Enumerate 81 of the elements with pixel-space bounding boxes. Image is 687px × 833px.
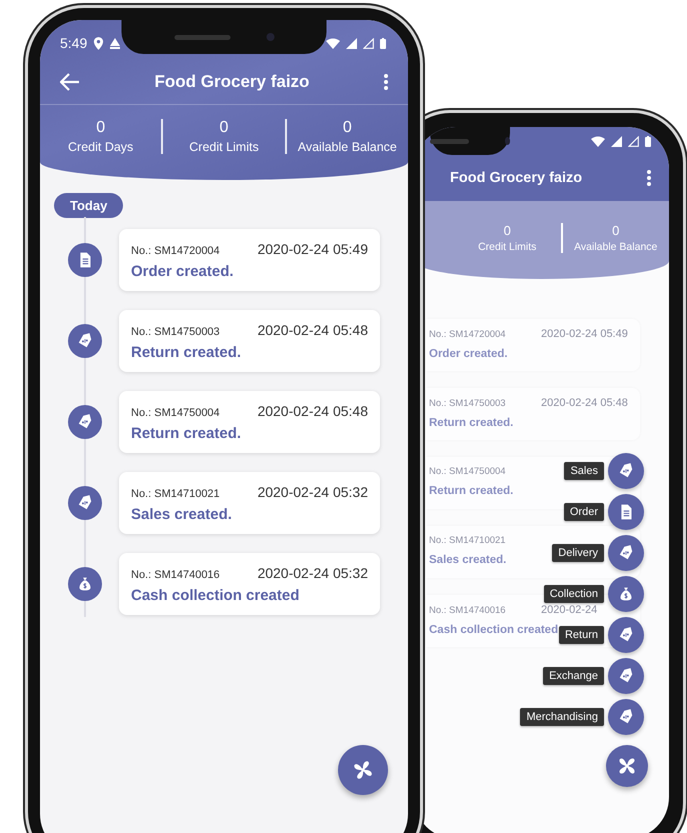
order-number: No.: SM14740016 bbox=[131, 569, 220, 581]
timestamp: 2020-02-24 05:32 bbox=[257, 565, 368, 581]
tag-icon bbox=[68, 405, 102, 439]
timeline-card[interactable]: No.: SM14750004 2020-02-24 05:48 Return created. bbox=[119, 391, 380, 453]
event-title: Return created. bbox=[131, 344, 242, 361]
order-number: No.: SM14710021 bbox=[429, 535, 507, 547]
event-title: Cash collection created bbox=[429, 624, 558, 636]
event-title: Sales created. bbox=[429, 554, 506, 566]
wifi-icon bbox=[591, 136, 605, 146]
timestamp: 2020-02-24 05:48 bbox=[257, 322, 368, 338]
timestamp: 2020-02-24 05:48 bbox=[257, 403, 368, 419]
stat-value: 0 bbox=[504, 223, 511, 238]
order-number: No.: SM14750004 bbox=[429, 466, 507, 478]
stat-label: Credit Days bbox=[68, 140, 134, 154]
event-title: Return created. bbox=[131, 425, 242, 442]
event-title: Return created. bbox=[429, 485, 514, 497]
kebab-menu-icon bbox=[384, 73, 388, 91]
timestamp: 2020-02-24 05:48 bbox=[541, 397, 628, 409]
event-title: Order created. bbox=[131, 263, 235, 280]
battery-icon bbox=[645, 136, 651, 146]
action-button[interactable] bbox=[608, 699, 644, 735]
order-number: No.: SM14710021 bbox=[131, 488, 220, 500]
timestamp: 2020-02-24 05:32 bbox=[257, 484, 368, 500]
action-button[interactable] bbox=[608, 658, 644, 694]
action-tooltip: Exchange bbox=[543, 667, 604, 685]
signal-icon bbox=[611, 136, 622, 146]
order-number: No.: SM14720004 bbox=[131, 245, 220, 257]
tag-icon bbox=[68, 486, 102, 520]
stat-label: Credit Limits bbox=[478, 241, 536, 253]
order-number: No.: SM14750004 bbox=[131, 407, 220, 419]
stat-value: 0 bbox=[612, 223, 620, 238]
action-tooltip: Collection bbox=[544, 585, 604, 603]
timestamp: 2020-02-24 05:49 bbox=[257, 241, 368, 257]
timestamp: 2020-02-24 05:49 bbox=[541, 328, 628, 340]
fab-button[interactable] bbox=[606, 745, 648, 787]
action-tooltip: Return bbox=[558, 626, 604, 644]
location-pin-icon bbox=[93, 36, 104, 50]
stat-value: 0 bbox=[342, 119, 352, 137]
back-button[interactable] bbox=[58, 71, 82, 93]
battery-icon bbox=[380, 38, 386, 48]
tag-icon bbox=[68, 324, 102, 358]
money-bag-icon bbox=[68, 567, 102, 601]
order-number: No.: SM14750003 bbox=[131, 326, 220, 338]
timeline-card[interactable]: No.: SM14740016 2020-02-24 05:32 Cash collection created bbox=[119, 553, 380, 615]
action-tooltip: Order bbox=[564, 503, 604, 521]
kebab-menu-icon bbox=[647, 169, 651, 187]
action-tooltip: Sales bbox=[564, 462, 604, 480]
stat-label: Available Balance bbox=[574, 241, 658, 253]
stat-value: 0 bbox=[96, 119, 106, 137]
stat-value: 0 bbox=[220, 119, 228, 137]
more-button[interactable] bbox=[382, 71, 390, 93]
timeline-card[interactable]: No.: SM14720004 2020-02-24 05:49 Order created. bbox=[119, 229, 380, 291]
screen-title: Food Grocery faizo bbox=[154, 72, 310, 92]
timestamp: 2020-02-24 bbox=[541, 604, 598, 616]
fab-button[interactable] bbox=[338, 745, 388, 795]
action-tooltip: Merchandising bbox=[520, 708, 604, 726]
timeline-card[interactable]: No.: SM14750003 2020-02-24 05:48 Return created. bbox=[119, 310, 380, 372]
screen-title: Food Grocery faizo bbox=[450, 170, 584, 186]
event-title: Return created. bbox=[429, 417, 514, 429]
action-button[interactable] bbox=[608, 576, 644, 612]
action-tooltip: Delivery bbox=[552, 544, 604, 562]
timeline-card[interactable]: No.: SM14710021 2020-02-24 05:32 Sales created. bbox=[119, 472, 380, 534]
event-title: Cash collection created bbox=[131, 587, 300, 604]
order-number: No.: SM14720004 bbox=[429, 329, 507, 341]
event-title: Sales created. bbox=[131, 506, 233, 523]
stat-label: Credit Limits bbox=[189, 140, 259, 154]
stat-label: Available Balance bbox=[298, 140, 397, 154]
more-button[interactable] bbox=[645, 167, 653, 189]
action-button[interactable] bbox=[608, 453, 644, 489]
order-number: No.: SM14750003 bbox=[429, 398, 507, 410]
order-number: No.: SM14740016 bbox=[429, 605, 507, 617]
event-title: Order created. bbox=[429, 348, 508, 360]
status-time: 5:49 bbox=[60, 35, 88, 51]
back-arrow-icon bbox=[60, 73, 80, 91]
signal-icon bbox=[363, 38, 374, 48]
date-chip: Today bbox=[54, 193, 124, 218]
signal-icon bbox=[628, 136, 639, 146]
wifi-icon bbox=[326, 38, 340, 48]
signal-icon bbox=[346, 38, 357, 48]
document-icon bbox=[68, 243, 102, 277]
action-button[interactable] bbox=[608, 617, 644, 653]
